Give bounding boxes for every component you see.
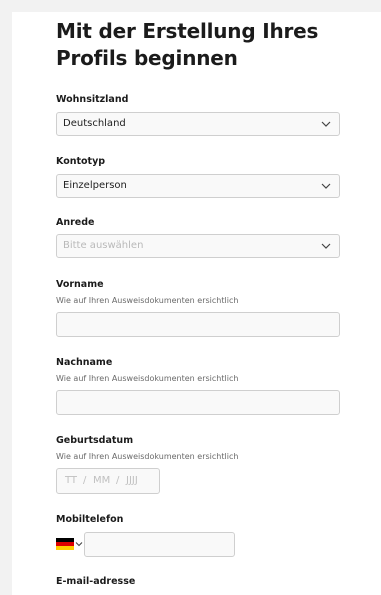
mobile-input[interactable]: [84, 532, 235, 557]
account-type-select[interactable]: Einzelperson: [56, 174, 340, 198]
birthdate-day-placeholder: TT: [65, 475, 78, 486]
last-name-label: Nachname: [56, 357, 113, 368]
chevron-down-icon[interactable]: [75, 540, 83, 548]
account-type-label: Kontotyp: [56, 156, 106, 167]
chevron-down-icon: [321, 183, 331, 189]
chevron-down-icon: [321, 121, 331, 127]
date-separator: /: [83, 475, 87, 486]
first-name-input[interactable]: [56, 312, 340, 337]
chevron-down-icon: [321, 243, 331, 249]
salutation-placeholder: Bitte auswählen: [63, 240, 144, 251]
residence-label: Wohnsitzland: [56, 94, 129, 105]
residence-value: Deutschland: [63, 118, 126, 129]
salutation-label: Anrede: [56, 217, 95, 228]
residence-select[interactable]: Deutschland: [56, 112, 340, 136]
birthdate-label: Geburtsdatum: [56, 435, 134, 446]
germany-flag-icon[interactable]: [56, 538, 74, 550]
mobile-label: Mobiltelefon: [56, 514, 124, 525]
last-name-input[interactable]: [56, 390, 340, 415]
date-separator: /: [116, 475, 120, 486]
birthdate-input[interactable]: TT / MM / JJJJ: [56, 468, 160, 494]
page-title: Mit der Erstellung Ihres Profils beginne…: [56, 19, 319, 70]
birthdate-year-placeholder: JJJJ: [126, 475, 138, 486]
birthdate-month-placeholder: MM: [93, 475, 111, 486]
birthdate-hint: Wie auf Ihren Ausweisdokumenten ersichtl…: [56, 452, 239, 461]
first-name-label: Vorname: [56, 279, 104, 290]
email-label: E-mail-adresse: [56, 576, 136, 587]
account-type-value: Einzelperson: [63, 180, 127, 191]
last-name-hint: Wie auf Ihren Ausweisdokumenten ersichtl…: [56, 374, 239, 383]
salutation-select[interactable]: Bitte auswählen: [56, 234, 340, 258]
profile-form-card: Mit der Erstellung Ihres Profils beginne…: [12, 12, 381, 595]
first-name-hint: Wie auf Ihren Ausweisdokumenten ersichtl…: [56, 296, 239, 305]
